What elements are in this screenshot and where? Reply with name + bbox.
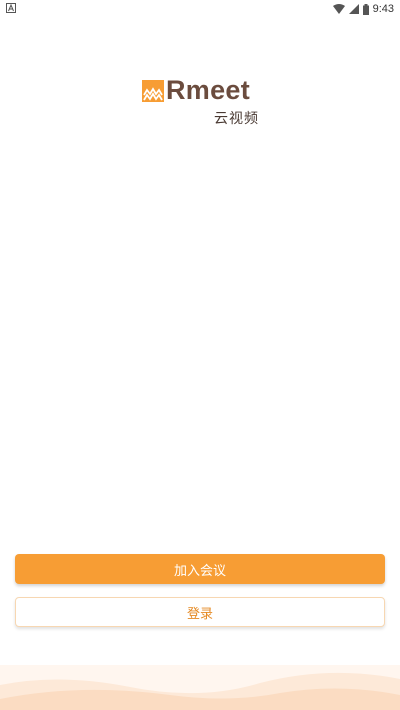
cell-signal-icon (348, 4, 359, 14)
join-meeting-label: 加入会议 (173, 563, 226, 579)
logo-subtitle: 云视频 (214, 111, 259, 127)
bottom-wave-decoration (0, 665, 400, 710)
wifi-icon (332, 4, 345, 14)
status-icons: 9:43 (332, 1, 394, 17)
status-bar: 9:43 (0, 0, 400, 18)
join-meeting-button[interactable]: 加入会议 (15, 554, 385, 584)
status-time: 9:43 (372, 3, 394, 15)
rmeet-logo-icon (142, 80, 164, 102)
notification-icon (6, 3, 16, 13)
login-button[interactable]: 登录 (15, 597, 385, 627)
battery-icon (362, 3, 369, 15)
login-label: 登录 (186, 606, 213, 622)
app-logo: Rmeet 云视频 (142, 75, 262, 130)
logo-wordmark: Rmeet (166, 75, 251, 105)
